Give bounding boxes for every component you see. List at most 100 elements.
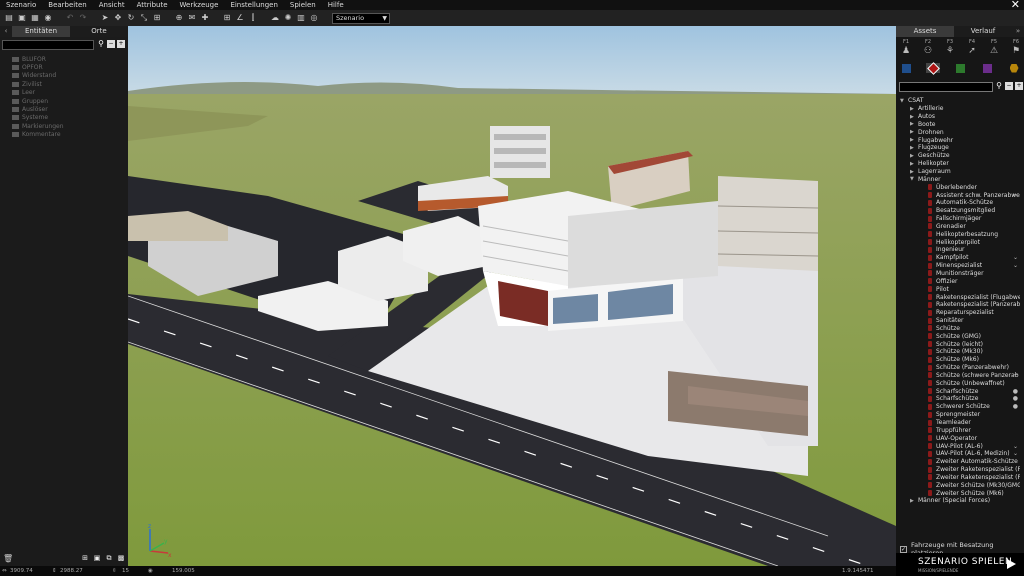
scenario-select[interactable]: Szenario ▼ (332, 12, 390, 24)
entity-folder[interactable]: Gruppen (12, 97, 64, 105)
asset-unit[interactable]: Reparaturspezialist (900, 309, 1020, 317)
menu-item[interactable]: Szenario (0, 1, 42, 9)
entity-folder[interactable]: Leer (12, 89, 64, 97)
asset-unit[interactable]: Zweiter Schütze (Mk6) (900, 489, 1020, 497)
asset-group[interactable]: ▶ Boote (900, 121, 1020, 129)
3d-viewport[interactable]: z x y (128, 26, 896, 566)
expand-down-icon[interactable]: ▼ (910, 176, 918, 182)
map-icon[interactable]: ▥ (296, 13, 306, 23)
grid-icon[interactable]: ⊞ (222, 13, 232, 23)
asset-unit[interactable]: Pilot (900, 285, 1020, 293)
menu-item[interactable]: Werkzeuge (174, 1, 225, 9)
asset-category[interactable]: F3 ⚘ (943, 39, 957, 57)
asset-group[interactable]: ▶ Drohnen (900, 128, 1020, 136)
asset-unit[interactable]: Schütze (Mk30) (900, 348, 1020, 356)
asset-category[interactable]: F2 ⚇ (921, 39, 935, 57)
vision-icon[interactable]: ◎ (309, 13, 319, 23)
asset-unit[interactable]: Raketenspezialist (Panzerabwehr) (900, 301, 1020, 309)
entity-folder[interactable]: Kommentare (12, 131, 64, 139)
asset-unit[interactable]: Zweiter Raketenspezialist (Flugab (900, 466, 1020, 474)
mail-icon[interactable]: ✉ (187, 13, 197, 23)
asset-unit[interactable]: Sprengmeister (900, 411, 1020, 419)
asset-unit[interactable]: Schütze (GMG) (900, 332, 1020, 340)
asset-group[interactable]: ▶ Geschütze (900, 152, 1020, 160)
search-icon[interactable]: ⚲ (97, 40, 105, 48)
asset-unit[interactable]: Schütze (900, 324, 1020, 332)
asset-unit[interactable]: Assistent schw. Panzerabwe ⌐ (900, 191, 1020, 199)
asset-unit[interactable]: Schütze (Mk6) (900, 356, 1020, 364)
entity-folder[interactable]: Auslöser (12, 105, 64, 113)
rotate-icon[interactable]: ↻ (126, 13, 136, 23)
angle-icon[interactable]: ∠ (235, 13, 245, 23)
menu-item[interactable]: Hilfe (322, 1, 350, 9)
asset-unit[interactable]: Teamleader (900, 419, 1020, 427)
asset-group[interactable]: ▶ Flugabwehr (900, 136, 1020, 144)
new-file-icon[interactable]: ▤ (4, 13, 14, 23)
menu-item[interactable]: Einstellungen (224, 1, 283, 9)
expand-right-icon[interactable]: ▶ (910, 106, 918, 112)
settings-icon[interactable]: ◉ (43, 13, 53, 23)
asset-unit[interactable]: Kampfpilot ⌄ (900, 254, 1020, 262)
scale-icon[interactable]: ⤡ (139, 13, 149, 23)
asset-unit[interactable]: Sanitäter (900, 317, 1020, 325)
asset-unit[interactable]: Minenspezialist ⌄ (900, 262, 1020, 270)
open-file-icon[interactable]: ▣ (17, 13, 27, 23)
asset-unit[interactable]: Schütze (Unbewaffnet) (900, 379, 1020, 387)
side-widerstand[interactable] (953, 63, 967, 73)
asset-unit[interactable]: Besatzungsmitglied (900, 207, 1020, 215)
asset-unit[interactable]: UAV-Pilot (AL-6, Medizin) ⌄ (900, 450, 1020, 458)
asset-category[interactable]: F1 ♟ (899, 39, 913, 57)
asset-unit[interactable]: Schütze (schwere Panzerab ⌐ (900, 372, 1020, 380)
globe-icon[interactable]: ⊕ (174, 13, 184, 23)
asset-group[interactable]: ▶ Autos (900, 113, 1020, 121)
asset-group[interactable]: ▶ Männer (Special Forces) (900, 497, 1020, 505)
redo-icon[interactable]: ↷ (78, 13, 88, 23)
crosshair-icon[interactable]: ✚ (200, 13, 210, 23)
menu-item[interactable]: Spielen (284, 1, 322, 9)
expand-right-icon[interactable]: ▶ (910, 169, 918, 175)
move-icon[interactable]: ✥ (113, 13, 123, 23)
weather-icon[interactable]: ☁ (270, 13, 280, 23)
asset-unit[interactable]: UAV-Pilot (AL-6) ⌄ (900, 442, 1020, 450)
expand-right-icon[interactable]: ▶ (910, 153, 918, 159)
asset-group[interactable]: ▼ Männer (900, 175, 1020, 183)
side-leer[interactable] (1007, 63, 1021, 73)
asset-unit[interactable]: Offizier (900, 277, 1020, 285)
asset-unit[interactable]: Schwerer Schütze ● (900, 403, 1020, 411)
side-blufor[interactable] (899, 63, 913, 73)
expand-right-icon[interactable]: ▶ (910, 498, 918, 504)
expand-right-icon[interactable]: ▶ (910, 161, 918, 167)
side-zivilist[interactable] (980, 63, 994, 73)
undo-icon[interactable]: ↶ (65, 13, 75, 23)
expand-right-icon[interactable]: ▶ (910, 121, 918, 127)
asset-category[interactable]: F6 ⚑ (1009, 39, 1023, 57)
entity-folder[interactable]: Widerstand (12, 72, 64, 80)
asset-unit[interactable]: Zweiter Raketenspezialist (Panze (900, 474, 1020, 482)
entity-folder[interactable]: Systeme (12, 114, 64, 122)
expand-right-icon[interactable]: ▶ (910, 129, 918, 135)
copy-icon[interactable]: ⧉ (104, 554, 114, 563)
menu-item[interactable]: Bearbeiten (42, 1, 92, 9)
expand-all-icon[interactable]: + (117, 40, 125, 48)
play-scenario-button[interactable]: SZENARIO SPIELEN MISSION/SPIELENDE (896, 553, 1024, 576)
tab-assets[interactable]: Assets (896, 26, 954, 37)
side-opfor[interactable] (926, 61, 940, 75)
light-icon[interactable]: ✺ (283, 13, 293, 23)
asset-unit[interactable]: Zweiter Automatik-Schütze (900, 458, 1020, 466)
select-cursor-icon[interactable]: ➤ (100, 13, 110, 23)
entity-folder[interactable]: BLUFOR (12, 55, 64, 63)
entity-folder[interactable]: Markierungen (12, 122, 64, 130)
trash-icon[interactable]: 🗑 (3, 554, 13, 563)
asset-group[interactable]: ▶ Helikopter (900, 160, 1020, 168)
asset-group[interactable]: ▶ Artillerie (900, 105, 1020, 113)
expand-all-icon[interactable]: + (1015, 82, 1023, 90)
asset-group[interactable]: ▶ Lagerraum (900, 168, 1020, 176)
asset-unit[interactable]: Automatik-Schütze (900, 199, 1020, 207)
layer-icon[interactable]: ▣ (92, 554, 102, 563)
entities-search-input[interactable] (2, 40, 94, 50)
collapse-all-icon[interactable]: − (107, 40, 115, 48)
search-icon[interactable]: ⚲ (995, 82, 1003, 90)
asset-unit[interactable]: Grenadier (900, 223, 1020, 231)
asset-group[interactable]: ▶ Flugzeuge (900, 144, 1020, 152)
asset-unit[interactable]: Truppführer (900, 426, 1020, 434)
